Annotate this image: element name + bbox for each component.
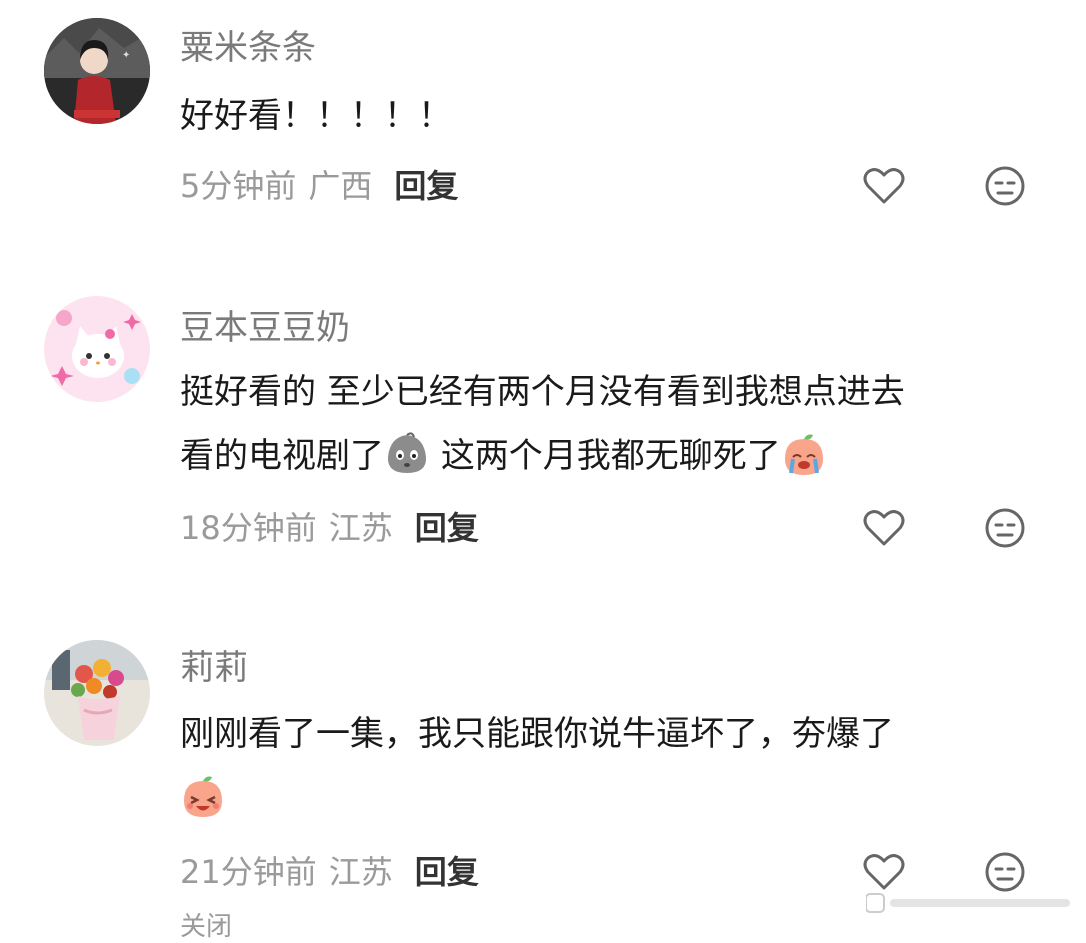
timestamp: 5分钟前 bbox=[180, 167, 297, 205]
comment-text-line bbox=[180, 766, 1050, 830]
meh-face-icon[interactable] bbox=[983, 164, 1027, 208]
heart-outline-icon[interactable] bbox=[862, 850, 906, 894]
timestamp: 18分钟前 bbox=[180, 509, 317, 547]
location: 江苏 bbox=[328, 509, 393, 547]
expand-replies-partial[interactable]: 关闭 bbox=[180, 906, 232, 943]
location: 广西 bbox=[308, 167, 373, 205]
svg-text:✦: ✦ bbox=[122, 50, 130, 61]
comment-text-segment: 看的电视剧了 bbox=[180, 436, 384, 476]
comment-text: 好好看！！！！！ bbox=[180, 96, 452, 136]
heart-outline-icon[interactable] bbox=[862, 164, 906, 208]
comment-text-line: 看的电视剧了 这两个月我都无聊死了 bbox=[180, 424, 1050, 488]
comment-text-line: 挺好看的 至少已经有两个月没有看到我想点进去 bbox=[180, 372, 905, 412]
reply-button[interactable]: 回复 bbox=[415, 853, 479, 891]
crying-peach-emoji bbox=[784, 434, 823, 475]
comment-text: 刚刚看了一集，我只能跟你说牛逼坏了，夯爆了 bbox=[180, 702, 1050, 830]
laughing-peach-emoji bbox=[184, 776, 222, 817]
reply-button[interactable]: 回复 bbox=[415, 509, 479, 547]
speechless-face-emoji bbox=[387, 432, 427, 473]
comment-text-segment: 这两个月我都无聊死了 bbox=[440, 436, 781, 476]
username[interactable]: 粟米条条 bbox=[180, 28, 316, 68]
avatar[interactable]: ✦ bbox=[44, 18, 150, 124]
meh-face-icon[interactable] bbox=[983, 506, 1027, 550]
timestamp: 21分钟前 bbox=[180, 853, 317, 891]
comment-meta: 5分钟前 广西 回复 bbox=[180, 166, 458, 206]
comment-meta: 18分钟前 江苏 回复 bbox=[180, 508, 479, 548]
comment-text-line: 刚刚看了一集，我只能跟你说牛逼坏了，夯爆了 bbox=[180, 714, 894, 754]
avatar[interactable] bbox=[44, 640, 150, 746]
meh-face-icon[interactable] bbox=[983, 850, 1027, 894]
username[interactable]: 豆本豆豆奶 bbox=[180, 308, 350, 348]
location: 江苏 bbox=[328, 853, 393, 891]
watermark-logo bbox=[866, 893, 1070, 913]
heart-outline-icon[interactable] bbox=[862, 506, 906, 550]
reply-button[interactable]: 回复 bbox=[394, 167, 458, 205]
comment-meta: 21分钟前 江苏 回复 bbox=[180, 852, 479, 892]
avatar[interactable] bbox=[44, 296, 150, 402]
comment-text: 挺好看的 至少已经有两个月没有看到我想点进去 看的电视剧了 这两个月我都无聊死了 bbox=[180, 360, 1050, 488]
username[interactable]: 莉莉 bbox=[180, 648, 248, 688]
